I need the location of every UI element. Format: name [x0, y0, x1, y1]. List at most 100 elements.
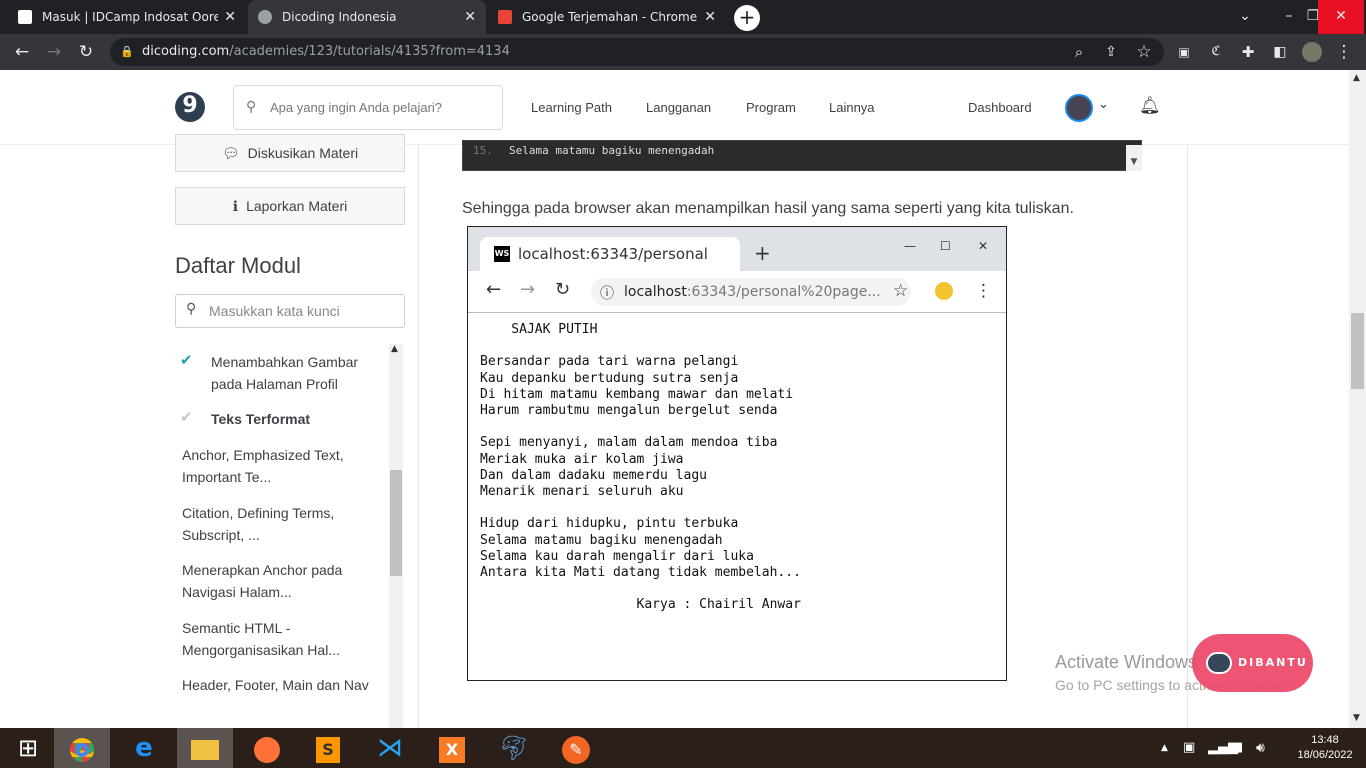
url-path: /academies/123/tutorials/4135?from=4134 [229, 44, 510, 59]
screenshot-extension-icon [935, 282, 953, 300]
sidebar-scroll-thumb[interactable] [390, 470, 402, 576]
page-scroll-thumb[interactable] [1351, 313, 1364, 389]
bookmark-star-icon[interactable]: ☆ [1131, 34, 1157, 70]
screenshot-maximize-icon: ☐ [940, 239, 951, 253]
robot-icon [1206, 652, 1232, 674]
screenshot-url-rest: :63343/personal%20page... [686, 284, 881, 300]
chat-bubble-icon: 💬︎ [221, 144, 240, 161]
tray-overflow-icon[interactable]: ▲ [1161, 728, 1168, 768]
tab-title: Masuk | IDCamp Indosat Ooredoo [42, 10, 219, 24]
reload-icon[interactable]: ↻ [73, 34, 99, 70]
module-list-heading: Daftar Modul [175, 253, 301, 278]
clock-date: 18/06/2022 [1297, 749, 1353, 761]
zoom-search-icon[interactable]: ⌕ [1066, 34, 1092, 70]
tab-title: Dicoding Indonesia [282, 10, 397, 24]
extension-b-icon[interactable]: ▣ [1171, 34, 1197, 70]
sidebar-divider [418, 145, 419, 728]
module-item[interactable]: Anchor, Emphasized Text, Important Te... [182, 444, 372, 488]
screenshot-address-bar: localhost:63343/personal%20page... [591, 278, 911, 306]
report-label: Laporkan Materi [246, 198, 348, 214]
report-material-button[interactable]: ℹ Laporkan Materi [175, 187, 405, 225]
nav-lainnya[interactable]: Lainnya [829, 100, 875, 115]
screenshot-close-icon: ✕ [978, 239, 989, 253]
close-window-icon[interactable]: ✕ [1318, 0, 1364, 34]
page-scrollbar[interactable] [1349, 70, 1366, 728]
volume-icon[interactable]: 🔊︎ [1256, 728, 1265, 768]
extension-c-icon[interactable]: ℭ [1203, 34, 1229, 70]
windows-start-icon[interactable]: ⊞ [0, 728, 56, 768]
scroll-up-icon[interactable]: ▲ [391, 344, 398, 354]
help-chat-button[interactable]: DIBANTU [1192, 634, 1313, 692]
module-item[interactable]: Header, Footer, Main dan Nav [182, 674, 372, 696]
module-item-current[interactable]: Teks Terformat [211, 408, 401, 430]
back-arrow-icon[interactable]: ← [9, 34, 35, 70]
screenshot-back-icon: ← [486, 279, 502, 300]
discuss-label: Diskusikan Materi [247, 145, 359, 161]
help-chat-label: DIBANTU [1238, 656, 1308, 669]
search-icon: ⚲ [186, 301, 197, 317]
tab-search-chevron-icon[interactable]: ⌄ [1230, 0, 1260, 34]
taskbar-clock[interactable]: 13:48 18/06/2022 [1292, 733, 1358, 763]
internet-explorer-icon[interactable]: e [116, 728, 172, 768]
new-tab-plus-icon[interactable]: + [734, 5, 760, 31]
close-icon[interactable]: ✕ [704, 9, 716, 25]
battery-icon[interactable]: ▮ [1236, 728, 1243, 768]
page-scroll-down-icon[interactable]: ▼ [1353, 713, 1360, 723]
menu-kebab-icon[interactable]: ⋮ [1331, 34, 1357, 70]
signal-icon[interactable]: ▂▄▆ [1208, 728, 1238, 768]
webstorm-favicon-icon: WS [494, 246, 510, 262]
screenshot-menu-icon: ⋮ [975, 281, 992, 301]
check-icon: ✔ [180, 351, 193, 369]
mysql-workbench-icon[interactable]: 🐬︎ [486, 728, 542, 768]
screenshot-url-host: localhost [624, 284, 687, 300]
code-scroll-down-icon[interactable]: ▼ [1126, 145, 1142, 171]
search-input[interactable]: Apa yang ingin Anda pelajari? [233, 85, 503, 130]
close-icon[interactable]: ✕ [464, 9, 476, 25]
dicoding-favicon-icon [258, 10, 272, 24]
module-keyword-input[interactable]: Masukkan kata kunci [175, 294, 405, 328]
chevron-down-icon[interactable]: ⌄ [1098, 97, 1109, 112]
share-icon[interactable]: ⇪ [1098, 34, 1124, 70]
code-line-number: 15. [473, 144, 493, 157]
url-text[interactable]: dicoding.com/academies/123/tutorials/413… [142, 38, 510, 66]
sublime-text-icon[interactable]: S [300, 728, 356, 768]
user-avatar[interactable] [1065, 94, 1093, 122]
check-icon: ✔ [180, 408, 193, 426]
discuss-material-button[interactable]: 💬︎ Diskusikan Materi [175, 134, 405, 172]
module-item[interactable]: Menambahkan Gambar pada Halaman Profil [211, 351, 381, 395]
dicoding-logo[interactable]: 9 [175, 92, 205, 122]
chrome-webstore-favicon-icon [498, 10, 512, 24]
code-block: 15. Selama matamu bagiku menengadah [462, 140, 1142, 171]
poem-text: SAJAK PUTIH Bersandar pada tari warna pe… [480, 322, 801, 613]
xampp-icon[interactable]: X [424, 728, 480, 768]
screenshot-tab: WS localhost:63343/personal [480, 237, 740, 271]
network-disconnected-icon[interactable]: ▣ [1183, 728, 1195, 768]
profile-avatar-icon[interactable] [1302, 42, 1322, 62]
firefox-icon[interactable] [239, 728, 295, 768]
url-host: dicoding.com [142, 44, 230, 59]
pencil-app-icon[interactable]: ✎ [548, 728, 604, 768]
side-panel-icon[interactable]: ◧ [1267, 34, 1293, 70]
nav-learning-path[interactable]: Learning Path [531, 100, 612, 115]
page-scroll-up-icon[interactable]: ▲ [1353, 73, 1360, 83]
tab-dicoding[interactable]: Dicoding Indonesia ✕ [248, 0, 486, 34]
vscode-icon[interactable]: ⋊ [362, 728, 418, 768]
module-item[interactable]: Citation, Defining Terms, Subscript, ... [182, 502, 372, 546]
nav-dashboard[interactable]: Dashboard [968, 100, 1032, 115]
screenshot-forward-icon: → [520, 279, 536, 300]
chrome-taskbar-icon[interactable] [54, 728, 110, 768]
tab-idcamp[interactable]: Masuk | IDCamp Indosat Ooredoo ✕ [8, 0, 246, 34]
notification-bell-icon[interactable]: 🔔︎ [1139, 96, 1161, 116]
content-paragraph: Sehingga pada browser akan menampilkan h… [462, 200, 1074, 217]
module-item[interactable]: Menerapkan Anchor pada Navigasi Halam... [182, 559, 372, 603]
info-icon: ℹ [232, 197, 239, 214]
tab-google-translate[interactable]: Google Terjemahan - Chrome Web ✕ [488, 0, 726, 34]
nav-program[interactable]: Program [746, 100, 796, 115]
close-icon[interactable]: ✕ [224, 9, 236, 25]
extensions-puzzle-icon[interactable]: ✚ [1235, 34, 1261, 70]
content-divider [1187, 145, 1188, 728]
module-item[interactable]: Semantic HTML - Mengorganisasikan Hal... [182, 617, 372, 661]
file-explorer-icon[interactable] [177, 728, 233, 768]
forward-arrow-icon[interactable]: → [41, 34, 67, 70]
nav-langganan[interactable]: Langganan [646, 100, 711, 115]
